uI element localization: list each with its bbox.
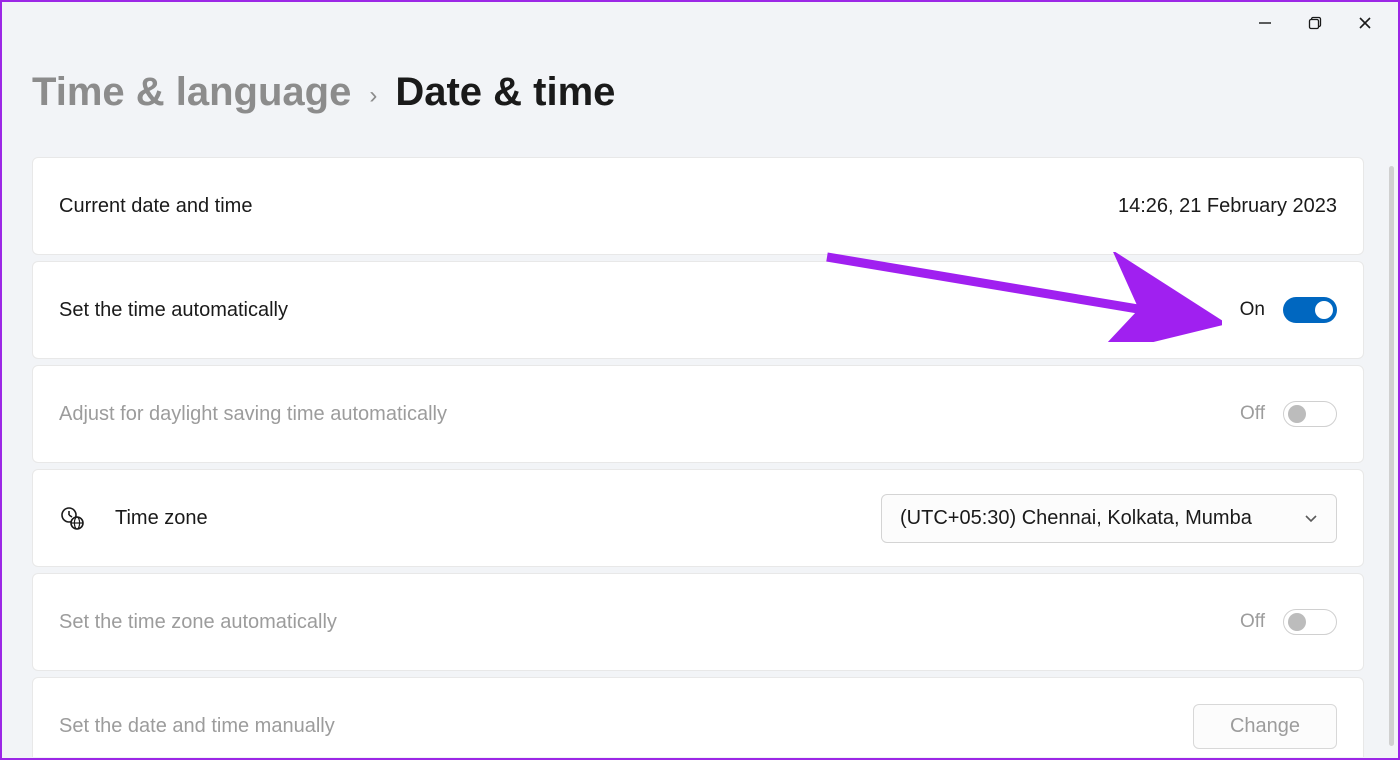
settings-list: Current date and time 14:26, 21 February…: [32, 157, 1368, 757]
breadcrumb: Time & language › Date & time: [32, 70, 1368, 115]
auto-time-state-text: On: [1240, 299, 1265, 321]
breadcrumb-current: Date & time: [395, 70, 615, 115]
maximize-button[interactable]: [1290, 5, 1340, 41]
auto-timezone-state-text: Off: [1240, 611, 1265, 633]
window-titlebar: [2, 2, 1398, 44]
auto-timezone-toggle: [1283, 609, 1337, 635]
row-timezone: Time zone (UTC+05:30) Chennai, Kolkata, …: [32, 469, 1364, 567]
auto-time-toggle[interactable]: [1283, 297, 1337, 323]
breadcrumb-parent[interactable]: Time & language: [32, 70, 351, 115]
row-auto-timezone: Set the time zone automatically Off: [32, 573, 1364, 671]
row-dst: Adjust for daylight saving time automati…: [32, 365, 1364, 463]
timezone-selected-value: (UTC+05:30) Chennai, Kolkata, Mumba: [900, 507, 1290, 530]
maximize-icon: [1308, 16, 1322, 30]
scrollbar[interactable]: [1389, 166, 1394, 746]
globe-clock-icon: [59, 505, 85, 531]
close-button[interactable]: [1340, 5, 1390, 41]
row-manual-datetime: Set the date and time manually Change: [32, 677, 1364, 757]
chevron-down-icon: [1304, 510, 1318, 526]
current-datetime-value: 14:26, 21 February 2023: [1118, 195, 1337, 218]
close-icon: [1358, 16, 1372, 30]
dst-state-text: Off: [1240, 403, 1265, 425]
dst-label: Adjust for daylight saving time automati…: [59, 403, 447, 426]
page-content: Time & language › Date & time Current da…: [2, 70, 1398, 757]
row-auto-time: Set the time automatically On: [32, 261, 1364, 359]
auto-timezone-label: Set the time zone automatically: [59, 611, 337, 634]
chevron-right-icon: ›: [369, 82, 377, 110]
minimize-icon: [1258, 16, 1272, 30]
minimize-button[interactable]: [1240, 5, 1290, 41]
timezone-dropdown[interactable]: (UTC+05:30) Chennai, Kolkata, Mumba: [881, 494, 1337, 543]
auto-time-label: Set the time automatically: [59, 299, 288, 322]
row-current-datetime: Current date and time 14:26, 21 February…: [32, 157, 1364, 255]
dst-toggle: [1283, 401, 1337, 427]
current-datetime-label: Current date and time: [59, 195, 252, 218]
timezone-label: Time zone: [115, 507, 208, 530]
change-button[interactable]: Change: [1193, 704, 1337, 749]
manual-datetime-label: Set the date and time manually: [59, 715, 335, 738]
